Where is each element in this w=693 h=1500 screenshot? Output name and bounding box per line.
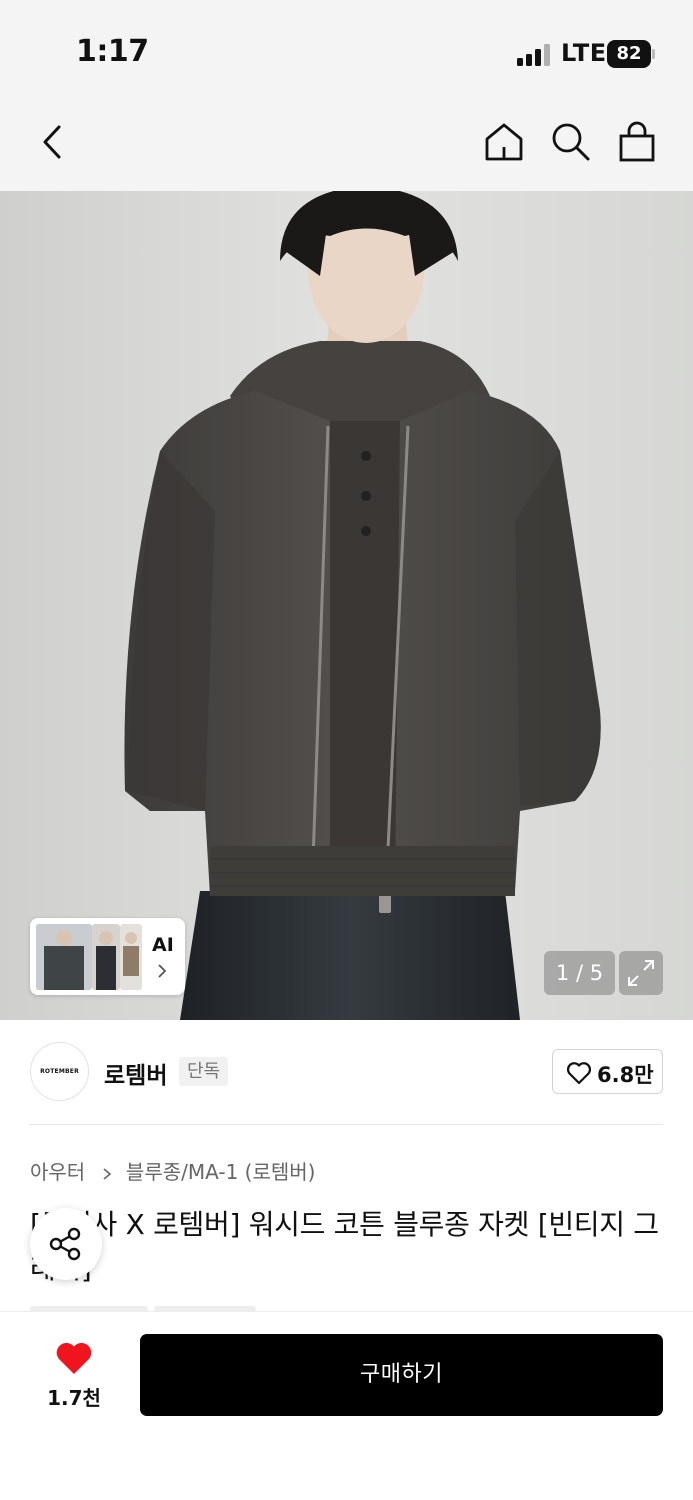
ai-thumbnail-3 bbox=[120, 924, 142, 990]
product-title: [무신사 X 로템버] 워시드 코튼 블루종 자켓 [빈티지 그레이] bbox=[30, 1208, 659, 1285]
status-time: 1:17 bbox=[76, 34, 149, 69]
chevron-right-icon bbox=[102, 1160, 112, 1184]
brand-row: ROTEMBER 로템버 단독 6.8만 bbox=[0, 1020, 693, 1125]
ai-styling-card[interactable]: AI bbox=[30, 918, 185, 995]
share-icon bbox=[49, 1227, 81, 1261]
chevron-right-icon bbox=[156, 962, 168, 980]
brand-name[interactable]: 로템버 bbox=[104, 1056, 167, 1090]
image-counter: 1 / 5 bbox=[544, 951, 615, 995]
heart-filled-icon bbox=[56, 1342, 92, 1374]
breadcrumb: 아우터 블루종/MA-1 (로템버) bbox=[30, 1156, 315, 1185]
shopping-bag-icon[interactable] bbox=[614, 119, 660, 165]
battery-level: 82 bbox=[607, 40, 651, 68]
home-icon[interactable] bbox=[481, 119, 527, 165]
ai-label: AI bbox=[152, 934, 174, 956]
product-photo bbox=[0, 191, 693, 1020]
divider bbox=[30, 1124, 663, 1125]
brand-logo[interactable]: ROTEMBER bbox=[30, 1042, 89, 1101]
share-button[interactable] bbox=[30, 1208, 102, 1280]
breadcrumb-subcategory[interactable]: 블루종/MA-1 (로템버) bbox=[126, 1160, 316, 1184]
expand-icon[interactable] bbox=[619, 951, 663, 995]
brand-like-count: 6.8만 bbox=[597, 1063, 654, 1087]
heart-outline-icon bbox=[566, 1062, 592, 1085]
bottom-purchase-bar: 1.7천 구매하기 bbox=[0, 1311, 693, 1500]
product-image-gallery[interactable]: AI 1 / 5 bbox=[0, 191, 693, 1020]
product-page: 1:17 LTE 82 AI 1 / 5 ROTEMBER 로템버 단독 6.8… bbox=[0, 0, 693, 1500]
brand-like-button[interactable]: 6.8만 bbox=[552, 1049, 663, 1094]
back-arrow-icon[interactable] bbox=[30, 119, 76, 165]
network-type: LTE bbox=[561, 39, 607, 67]
exclusive-badge: 단독 bbox=[179, 1057, 229, 1086]
ai-thumbnail-1 bbox=[36, 924, 92, 990]
buy-button[interactable]: 구매하기 bbox=[140, 1334, 663, 1416]
status-bar: 1:17 LTE 82 bbox=[0, 0, 693, 95]
top-navigation bbox=[0, 95, 693, 191]
signal-strength-icon bbox=[517, 44, 550, 66]
wishlist-button[interactable]: 1.7천 bbox=[38, 1340, 110, 1410]
battery-icon: 82 bbox=[607, 40, 655, 68]
ai-thumbnail-2 bbox=[92, 924, 120, 990]
breadcrumb-category[interactable]: 아우터 bbox=[30, 1160, 85, 1184]
wishlist-count: 1.7천 bbox=[47, 1386, 101, 1410]
search-icon[interactable] bbox=[548, 119, 594, 165]
